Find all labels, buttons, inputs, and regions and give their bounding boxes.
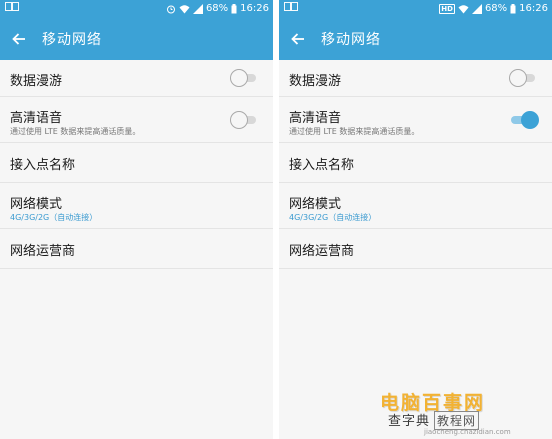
arrow-left-icon: [291, 32, 304, 45]
switch-knob: [509, 69, 527, 87]
wifi-icon: [458, 4, 469, 13]
battery-percent: 68%: [484, 3, 508, 14]
back-button[interactable]: [287, 28, 309, 50]
setting-apn[interactable]: 接入点名称: [0, 143, 273, 183]
data-roaming-switch[interactable]: [230, 69, 260, 87]
app-bar: 移动网络: [279, 17, 552, 60]
switch-knob: [230, 69, 248, 87]
battery-icon: [510, 3, 516, 13]
setting-network-operators[interactable]: 网络运营商: [279, 229, 552, 269]
status-bar: 68% 16:26: [0, 0, 273, 17]
watermark-sub-text: 查字典: [388, 414, 431, 429]
setting-data-roaming[interactable]: 数据漫游: [279, 60, 552, 97]
setting-hd-voice[interactable]: 高清语音 通过使用 LTE 数据来提高通话质量。: [279, 97, 552, 143]
settings-list: 数据漫游 高清语音 通过使用 LTE 数据来提高通话质量。 接入点名称 网络模式…: [279, 60, 552, 269]
setting-description: 通过使用 LTE 数据来提高通话质量。: [289, 127, 420, 136]
alarm-icon: [166, 5, 175, 13]
clock: 16:26: [519, 3, 548, 14]
watermark-subtitle: 查字典 教程网: [388, 410, 480, 430]
arrow-left-icon: [12, 32, 25, 45]
notification-icon: [284, 2, 298, 11]
setting-label: 接入点名称: [289, 158, 355, 173]
setting-label: 高清语音: [289, 111, 342, 126]
setting-network-mode[interactable]: 网络模式 4G/3G/2G（自动连接）: [279, 183, 552, 229]
signal-icon: [471, 3, 482, 14]
setting-description: 通过使用 LTE 数据来提高通话质量。: [10, 127, 141, 136]
signal-icon: [192, 3, 203, 14]
phone-screen-right: HD 68% 16:26 移动网络 数据漫游 高清语音 通过使用 LTE 数据来…: [279, 0, 552, 439]
page-title: 移动网络: [42, 31, 102, 48]
setting-hd-voice[interactable]: 高清语音 通过使用 LTE 数据来提高通话质量。: [0, 97, 273, 143]
setting-label: 数据漫游: [10, 74, 63, 89]
setting-value: 4G/3G/2G（自动连接）: [289, 213, 377, 222]
watermark: 电脑百事网 查字典 教程网 jiaocheng.chazidian.com: [380, 388, 548, 438]
settings-list: 数据漫游 高清语音 通过使用 LTE 数据来提高通话质量。 接入点名称 网络模式…: [0, 60, 273, 269]
setting-label: 网络运营商: [289, 244, 355, 259]
setting-label: 网络运营商: [10, 244, 76, 259]
notification-icons: [284, 0, 298, 17]
setting-label: 数据漫游: [289, 74, 342, 89]
battery-percent: 68%: [205, 3, 229, 14]
watermark-url: jiaocheng.chazidian.com: [424, 428, 511, 436]
notification-icon: [5, 2, 19, 11]
notification-icons: [5, 0, 19, 17]
page-title: 移动网络: [321, 31, 381, 48]
hd-voice-switch[interactable]: [509, 111, 539, 129]
battery-icon: [231, 3, 237, 13]
wifi-icon: [179, 4, 190, 13]
back-button[interactable]: [8, 28, 30, 50]
setting-label: 高清语音: [10, 111, 63, 126]
setting-network-mode[interactable]: 网络模式 4G/3G/2G（自动连接）: [0, 183, 273, 229]
setting-label: 网络模式: [289, 197, 342, 212]
data-roaming-switch[interactable]: [509, 69, 539, 87]
setting-network-operators[interactable]: 网络运营商: [0, 229, 273, 269]
status-bar: HD 68% 16:26: [279, 0, 552, 17]
setting-label: 网络模式: [10, 197, 63, 212]
hd-voice-switch[interactable]: [230, 111, 260, 129]
setting-apn[interactable]: 接入点名称: [279, 143, 552, 183]
clock: 16:26: [240, 3, 269, 14]
switch-knob: [230, 111, 248, 129]
setting-value: 4G/3G/2G（自动连接）: [10, 213, 98, 222]
phone-screen-left: 68% 16:26 移动网络 数据漫游 高清语音 通过使用 LTE 数据来提高通…: [0, 0, 273, 439]
setting-data-roaming[interactable]: 数据漫游: [0, 60, 273, 97]
hd-voice-badge: HD: [439, 3, 455, 14]
switch-knob: [521, 111, 539, 129]
setting-label: 接入点名称: [10, 158, 76, 173]
app-bar: 移动网络: [0, 17, 273, 60]
